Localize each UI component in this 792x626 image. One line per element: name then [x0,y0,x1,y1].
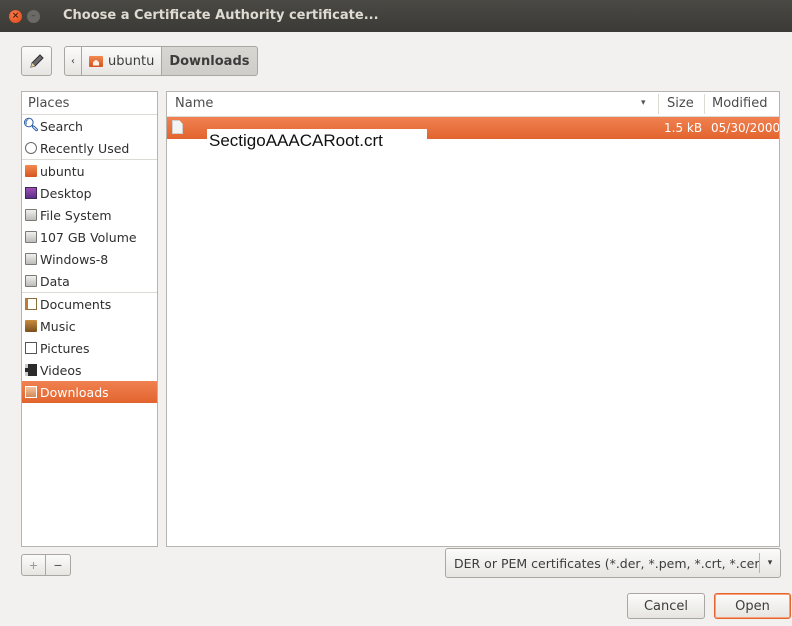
sort-descending-icon: ▾ [641,98,646,108]
sidebar-item-ubuntu[interactable]: ubuntu [22,160,157,182]
bookmark-buttons: + − [21,554,71,576]
sidebar-item-desktop[interactable]: Desktop [22,182,157,204]
sidebar-item-search[interactable]: 🔍︎ Search [22,115,157,137]
column-header-name[interactable]: Name [175,96,213,111]
clock-icon [25,142,37,154]
add-bookmark-button[interactable]: + [21,554,46,576]
file-size: 1.5 kB [664,121,703,135]
sidebar-item-label: Data [40,273,70,289]
downloads-folder-icon [25,386,37,398]
documents-folder-icon [25,298,37,310]
sidebar-item-label: Downloads [40,384,109,400]
file-name[interactable]: SectigoAAACARoot.crt [207,129,427,154]
home-folder-icon [89,55,103,67]
cancel-button[interactable]: Cancel [627,593,705,619]
minus-icon: − [53,557,63,573]
column-divider[interactable] [704,94,705,114]
sidebar-item-label: Windows-8 [40,251,109,267]
sidebar-item-label: Search [40,118,83,134]
path-bar: ‹ ubuntu Downloads [64,46,258,76]
text-file-icon [172,120,183,134]
sidebar-item-recently-used[interactable]: Recently Used [22,137,157,159]
minimize-window-button[interactable]: – [27,10,40,23]
places-sidebar: Places 🔍︎ Search Recently Used ubuntu De… [21,91,158,547]
pictures-folder-icon [25,342,37,354]
path-back-button[interactable]: ‹ [64,46,82,76]
title-bar: × – Choose a Certificate Authority certi… [0,0,792,32]
open-button[interactable]: Open [714,593,791,619]
drive-icon [25,231,37,243]
chevron-left-icon: ‹ [71,55,75,67]
sidebar-item-file-system[interactable]: File System [22,204,157,226]
sidebar-item-label: 107 GB Volume [40,229,137,245]
sidebar-item-label: ubuntu [40,163,85,179]
breadcrumb-ubuntu[interactable]: ubuntu [82,46,163,76]
file-modified: 05/30/2000 [711,121,780,135]
search-icon: 🔍︎ [22,118,40,133]
sidebar-item-data[interactable]: Data [22,270,157,292]
window-title: Choose a Certificate Authority certifica… [63,8,379,23]
sidebar-item-label: Recently Used [40,140,130,156]
column-header-size[interactable]: Size [667,96,694,111]
file-list: Name ▾ Size Modified 1.5 kB 05/30/2000 [166,91,780,547]
minimize-icon: – [31,11,36,21]
desktop-icon [25,187,37,199]
sidebar-item-label: Music [40,318,76,334]
plus-icon: + [29,557,38,573]
sidebar-item-pictures[interactable]: Pictures [22,337,157,359]
breadcrumb-label: Downloads [169,53,250,69]
close-icon: × [11,11,20,21]
edit-location-button[interactable] [21,46,52,76]
sidebar-item-windows-8[interactable]: Windows-8 [22,248,157,270]
music-folder-icon [25,320,37,332]
sidebar-item-videos[interactable]: Videos [22,359,157,381]
videos-folder-icon [25,364,37,376]
breadcrumb-label: ubuntu [108,53,155,69]
sidebar-item-label: Videos [40,362,82,378]
sidebar-item-documents[interactable]: Documents [22,293,157,315]
home-folder-icon [25,165,37,177]
breadcrumb-downloads[interactable]: Downloads [162,46,258,76]
sidebar-item-107-gb-volume[interactable]: 107 GB Volume [22,226,157,248]
file-list-header: Name ▾ Size Modified [167,92,779,117]
column-header-modified[interactable]: Modified [712,96,767,111]
drive-icon [25,209,37,221]
file-type-filter[interactable]: DER or PEM certificates (*.der, *.pem, *… [445,548,781,578]
close-window-button[interactable]: × [9,10,22,23]
sidebar-item-label: Desktop [40,185,92,201]
column-divider[interactable] [658,94,659,114]
sidebar-item-music[interactable]: Music [22,315,157,337]
file-type-filter-value: DER or PEM certificates (*.der, *.pem, *… [454,555,759,571]
sidebar-item-label: Documents [40,296,112,312]
sidebar-item-label: File System [40,207,112,223]
places-header: Places [22,92,157,115]
pencil-icon [29,54,44,68]
sidebar-item-label: Pictures [40,340,90,356]
chevron-down-icon: ▾ [767,558,773,568]
drive-icon [25,275,37,287]
remove-bookmark-button[interactable]: − [46,554,71,576]
sidebar-item-downloads[interactable]: Downloads [22,381,157,403]
drive-icon [25,253,37,265]
